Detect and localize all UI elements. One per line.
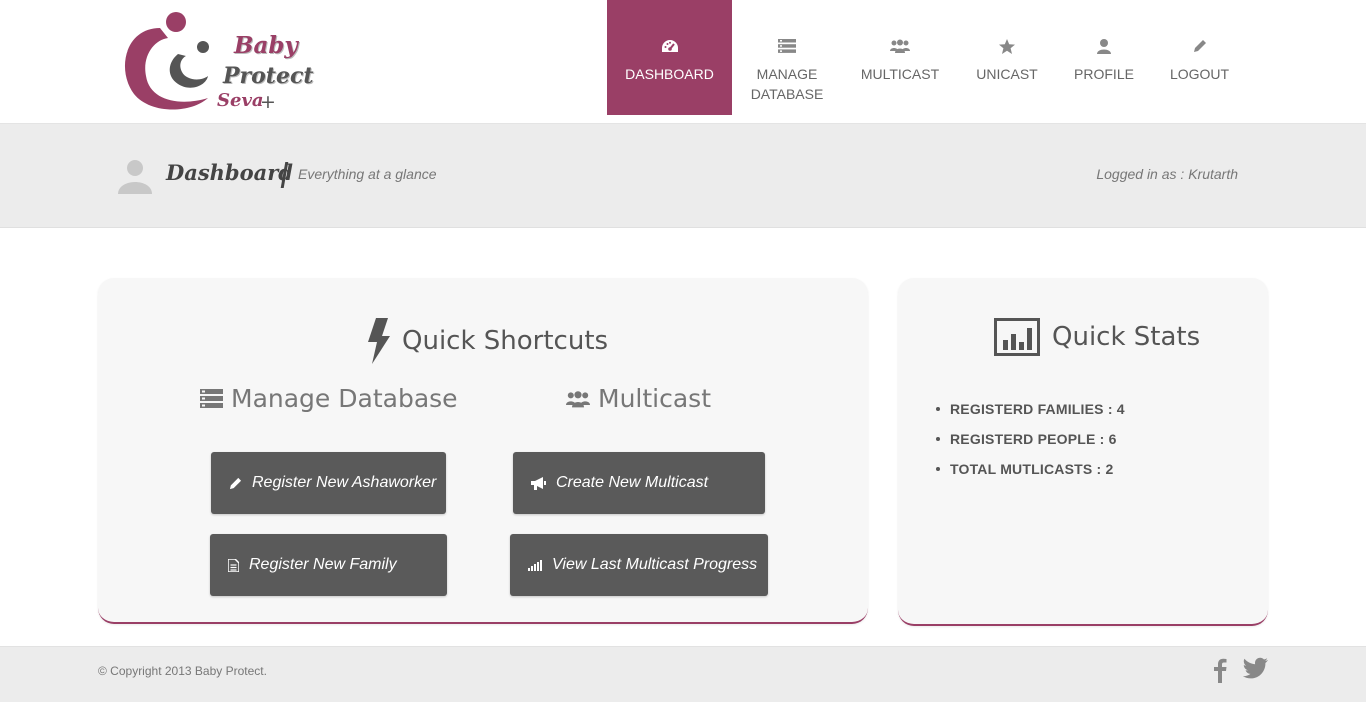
button-label: Register New Ashaworker	[252, 474, 437, 491]
quick-shortcuts-heading: Quick Shortcuts	[366, 318, 608, 364]
main-nav: DASHBOARD MANAGE DATABASE MULTICAST UNIC…	[607, 0, 1247, 115]
logo-text-plus: +	[260, 91, 276, 113]
signal-bars-icon	[528, 559, 542, 571]
multicast-title: Multicast	[598, 384, 712, 413]
create-multicast-button[interactable]: Create New Multicast	[513, 452, 765, 514]
stats-list: REGISTERD FAMILIES : 4 REGISTERD PEOPLE …	[936, 394, 1125, 484]
view-multicast-progress-button[interactable]: View Last Multicast Progress	[510, 534, 768, 596]
logo-text-baby: Baby	[234, 32, 298, 59]
nav-label: DASHBOARD	[625, 66, 714, 82]
quick-stats-title: Quick Stats	[1052, 322, 1201, 352]
nav-label: MULTICAST	[860, 66, 940, 82]
database-icon	[778, 36, 796, 56]
logged-in-user: Logged in as : Krutarth	[1096, 166, 1238, 182]
stat-total-multicasts: TOTAL MUTLICASTS : 2	[936, 454, 1125, 484]
pencil-icon	[229, 477, 242, 489]
copyright-text: © Copyright 2013 Baby Protect.	[98, 664, 267, 678]
logo-text-seva: Seva	[217, 90, 264, 111]
group-icon	[566, 390, 590, 407]
site-footer: © Copyright 2013 Baby Protect.	[0, 646, 1366, 702]
register-family-button[interactable]: Register New Family	[210, 534, 447, 596]
megaphone-icon	[531, 476, 546, 490]
nav-item-dashboard[interactable]: DASHBOARD	[607, 0, 732, 115]
document-icon	[228, 558, 239, 572]
nav-item-logout[interactable]: LOGOUT	[1152, 0, 1247, 115]
button-label: Register New Family	[249, 556, 397, 573]
multicast-heading: Multicast	[566, 384, 711, 413]
quick-shortcuts-panel: Quick Shortcuts Manage Database Multicas…	[98, 278, 868, 624]
twitter-icon[interactable]	[1242, 657, 1269, 684]
nav-item-manage-database[interactable]: MANAGE DATABASE	[732, 0, 842, 115]
button-label: View Last Multicast Progress	[552, 556, 758, 573]
nav-label: LOGOUT	[1169, 66, 1230, 82]
group-icon	[890, 36, 910, 56]
avatar-icon	[117, 158, 153, 199]
dashboard-icon	[661, 36, 679, 56]
register-ashaworker-button[interactable]: Register New Ashaworker	[211, 452, 446, 514]
stat-registered-families: REGISTERD FAMILIES : 4	[936, 394, 1125, 424]
stat-registered-people: REGISTERD PEOPLE : 6	[936, 424, 1125, 454]
nav-item-unicast[interactable]: UNICAST	[958, 0, 1056, 115]
nav-item-profile[interactable]: PROFILE	[1056, 0, 1152, 115]
button-label: Create New Multicast	[556, 474, 709, 491]
nav-item-multicast[interactable]: MULTICAST	[842, 0, 958, 115]
quick-stats-heading: Quick Stats	[994, 318, 1200, 356]
user-icon	[1097, 36, 1111, 56]
quick-shortcuts-title: Quick Shortcuts	[402, 326, 609, 356]
page-subtitle: Everything at a glance	[298, 166, 437, 182]
page-title: Dashboard	[166, 160, 293, 185]
page-title-band: Dashboard Everything at a glance Logged …	[0, 123, 1366, 228]
quick-stats-panel: Quick Stats REGISTERD FAMILIES : 4 REGIS…	[898, 278, 1268, 626]
star-icon	[999, 36, 1015, 56]
logo-mark-icon	[124, 12, 209, 110]
logo-text-protect: Protect	[223, 63, 314, 89]
pencil-icon	[1193, 36, 1207, 56]
manage-database-heading: Manage Database	[200, 384, 458, 413]
site-header: Baby Protect Seva + DASHBOARD MANAGE DAT…	[0, 0, 1366, 123]
nav-label: UNICAST	[976, 66, 1038, 82]
baby-protect-logo[interactable]: Baby Protect Seva +	[120, 10, 320, 115]
facebook-icon[interactable]	[1212, 657, 1228, 688]
database-icon	[200, 389, 223, 408]
nav-label: MANAGE DATABASE	[750, 66, 824, 102]
nav-label: PROFILE	[1074, 66, 1134, 82]
manage-database-title: Manage Database	[231, 384, 458, 413]
bar-chart-icon	[994, 318, 1040, 356]
bolt-icon	[368, 318, 390, 364]
